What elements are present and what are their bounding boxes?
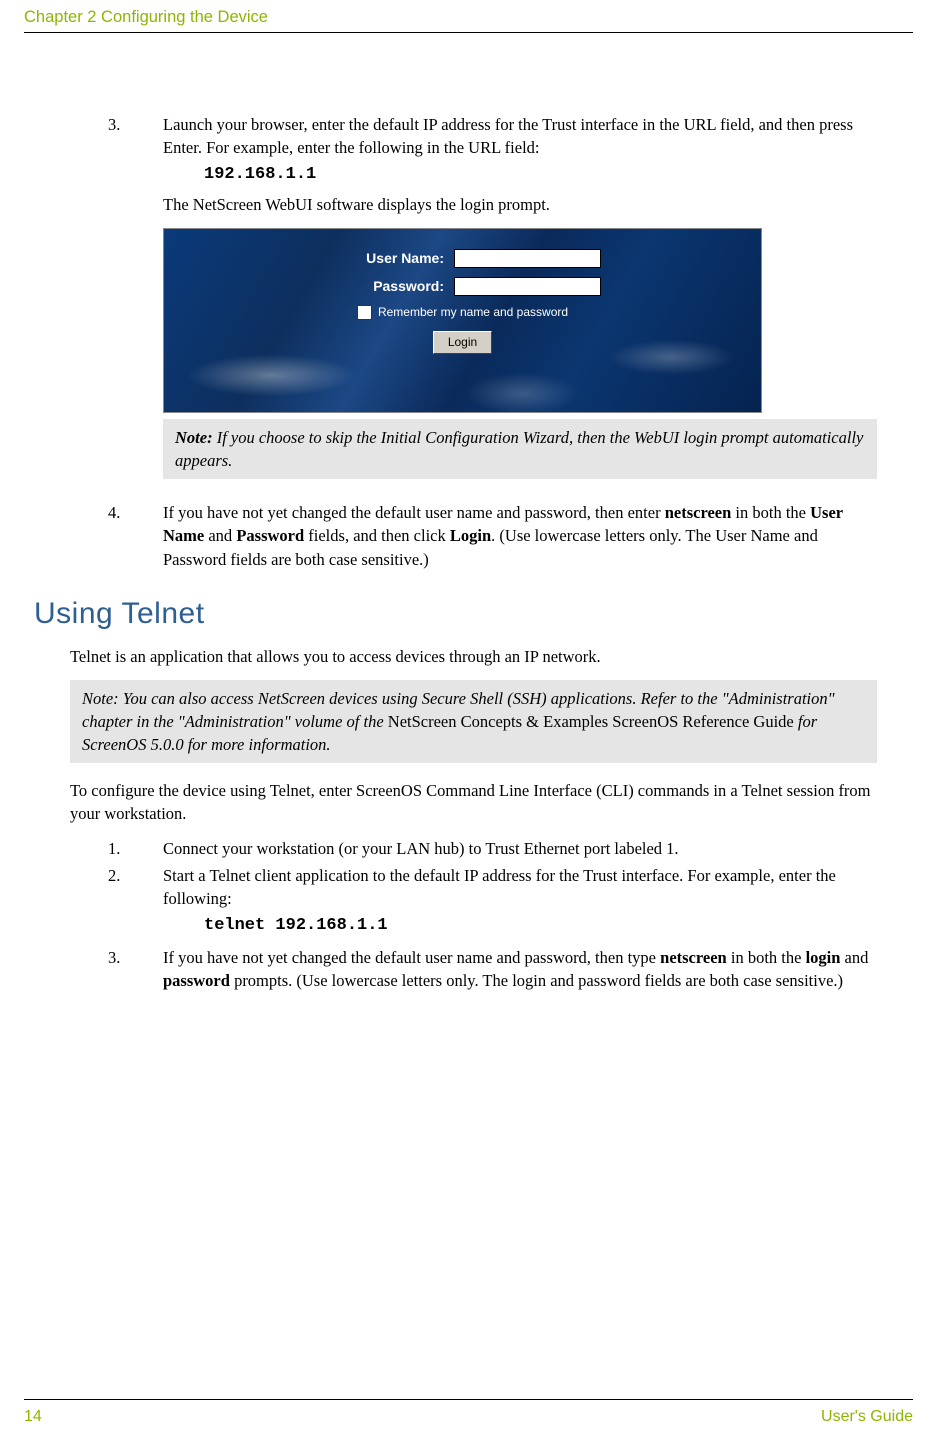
footer-rule <box>24 1399 913 1400</box>
step-body: If you have not yet changed the default … <box>163 501 877 570</box>
chapter-title: Chapter 2 Configuring the Device <box>24 8 268 26</box>
footer-row: 14 User's Guide <box>24 1406 913 1428</box>
telnet-intro: Telnet is an application that allows you… <box>70 645 877 668</box>
step-number: 3. <box>70 946 163 992</box>
note-text: If you choose to skip the Initial Config… <box>175 428 863 470</box>
password-row: Password: <box>288 277 638 297</box>
remember-row: Remember my name and password <box>288 304 638 321</box>
t2: in both the <box>727 948 806 967</box>
b1: netscreen <box>665 503 732 522</box>
step-body: Launch your browser, enter the default I… <box>163 113 877 497</box>
telnet-config: To configure the device using Telnet, en… <box>70 779 877 825</box>
login-form: User Name: Password: Remember my name an… <box>288 249 638 354</box>
t2: in both the <box>731 503 810 522</box>
step-4: 4. If you have not yet changed the defau… <box>70 501 877 570</box>
page-header: Chapter 2 Configuring the Device <box>0 0 937 32</box>
step-number: 1. <box>70 837 163 860</box>
t1: If you have not yet changed the default … <box>163 503 665 522</box>
b4: Login <box>450 526 491 545</box>
n2r1: NetScreen Concepts & Examples ScreenOS R… <box>388 712 794 731</box>
login-button-row: Login <box>288 331 638 354</box>
telnet-step-2: 2. Start a Telnet client application to … <box>70 864 877 942</box>
step-number: 2. <box>70 864 163 942</box>
ip-address-code: 192.168.1.1 <box>163 163 877 187</box>
b2: login <box>806 948 841 967</box>
t3: and <box>840 948 868 967</box>
b1: netscreen <box>660 948 727 967</box>
t3: and <box>204 526 236 545</box>
remember-label: Remember my name and password <box>378 304 568 321</box>
step-body: Start a Telnet client application to the… <box>163 864 877 942</box>
b3: password <box>163 971 230 990</box>
step-number: 4. <box>70 501 163 570</box>
step-3-after: The NetScreen WebUI software displays th… <box>163 193 877 216</box>
login-screenshot: User Name: Password: Remember my name an… <box>163 228 762 413</box>
b3: Password <box>236 526 304 545</box>
login-button[interactable]: Login <box>433 331 492 354</box>
telnet-step-1: 1. Connect your workstation (or your LAN… <box>70 837 877 860</box>
page-footer: 14 User's Guide <box>0 1399 937 1446</box>
note-lead: Note: <box>175 428 213 447</box>
step-body: If you have not yet changed the default … <box>163 946 877 992</box>
note-box-1: Note: If you choose to skip the Initial … <box>163 419 877 479</box>
t4: prompts. (Use lowercase letters only. Th… <box>230 971 843 990</box>
step-3: 3. Launch your browser, enter the defaul… <box>70 113 877 497</box>
telnet-step-3: 3. If you have not yet changed the defau… <box>70 946 877 992</box>
username-input[interactable] <box>454 249 601 268</box>
ts2-text: Start a Telnet client application to the… <box>163 866 836 908</box>
doc-title: User's Guide <box>821 1406 913 1428</box>
password-label: Password: <box>324 277 454 297</box>
step-body: Connect your workstation (or your LAN hu… <box>163 837 877 860</box>
remember-checkbox[interactable] <box>357 305 372 320</box>
username-label: User Name: <box>324 249 454 269</box>
password-input[interactable] <box>454 277 601 296</box>
step-3-text: Launch your browser, enter the default I… <box>163 115 853 157</box>
step-number: 3. <box>70 113 163 497</box>
telnet-command-code: telnet 192.168.1.1 <box>163 914 877 938</box>
page-number: 14 <box>24 1406 42 1428</box>
page-content: 3. Launch your browser, enter the defaul… <box>0 33 937 992</box>
note-lead: Note: <box>82 689 119 708</box>
t1: If you have not yet changed the default … <box>163 948 660 967</box>
section-heading-telnet: Using Telnet <box>34 593 877 635</box>
note-box-2: Note: You can also access NetScreen devi… <box>70 680 877 763</box>
t4: fields, and then click <box>304 526 450 545</box>
username-row: User Name: <box>288 249 638 269</box>
